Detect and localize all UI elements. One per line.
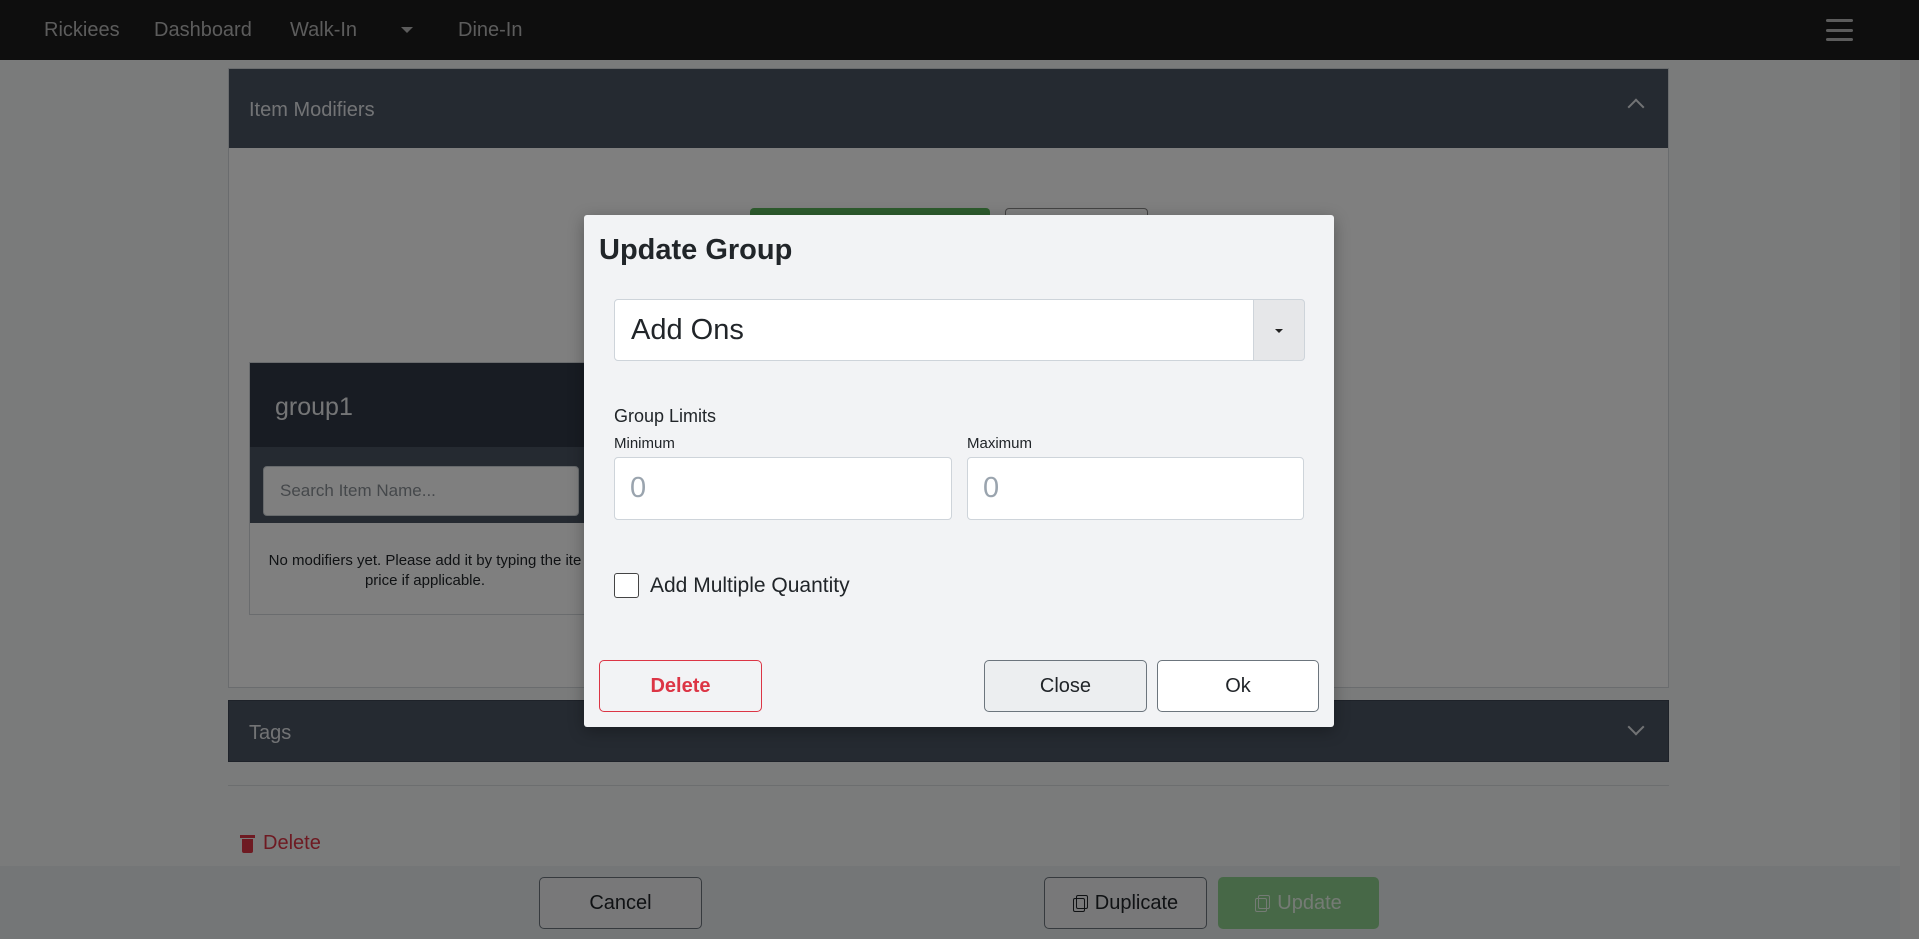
multiple-quantity-label[interactable]: Add Multiple Quantity xyxy=(650,574,850,598)
ok-button[interactable]: Ok xyxy=(1157,660,1319,712)
multiple-quantity-option[interactable]: Add Multiple Quantity xyxy=(614,573,850,598)
close-button[interactable]: Close xyxy=(984,660,1147,712)
group-select[interactable]: Add Ons xyxy=(614,299,1305,361)
group-select-value[interactable]: Add Ons xyxy=(614,299,1254,361)
delete-group-button[interactable]: Delete xyxy=(599,660,762,712)
delete-group-label: Delete xyxy=(650,674,711,697)
group-limits-label: Group Limits xyxy=(614,406,717,426)
close-button-label: Close xyxy=(1039,674,1092,697)
minimum-input[interactable] xyxy=(614,457,952,520)
minimum-label: Minimum xyxy=(614,435,675,452)
multiple-quantity-checkbox[interactable] xyxy=(614,573,639,598)
update-group-modal: Update Group Add Ons Group Limits Minimu… xyxy=(584,215,1334,727)
caret-down-icon xyxy=(1275,329,1283,333)
group-select-toggle[interactable] xyxy=(1253,299,1305,361)
modal-title: Update Group xyxy=(599,234,793,266)
maximum-input[interactable] xyxy=(967,457,1304,520)
maximum-label: Maximum xyxy=(967,435,1033,452)
ok-button-label: Ok xyxy=(1225,674,1251,697)
